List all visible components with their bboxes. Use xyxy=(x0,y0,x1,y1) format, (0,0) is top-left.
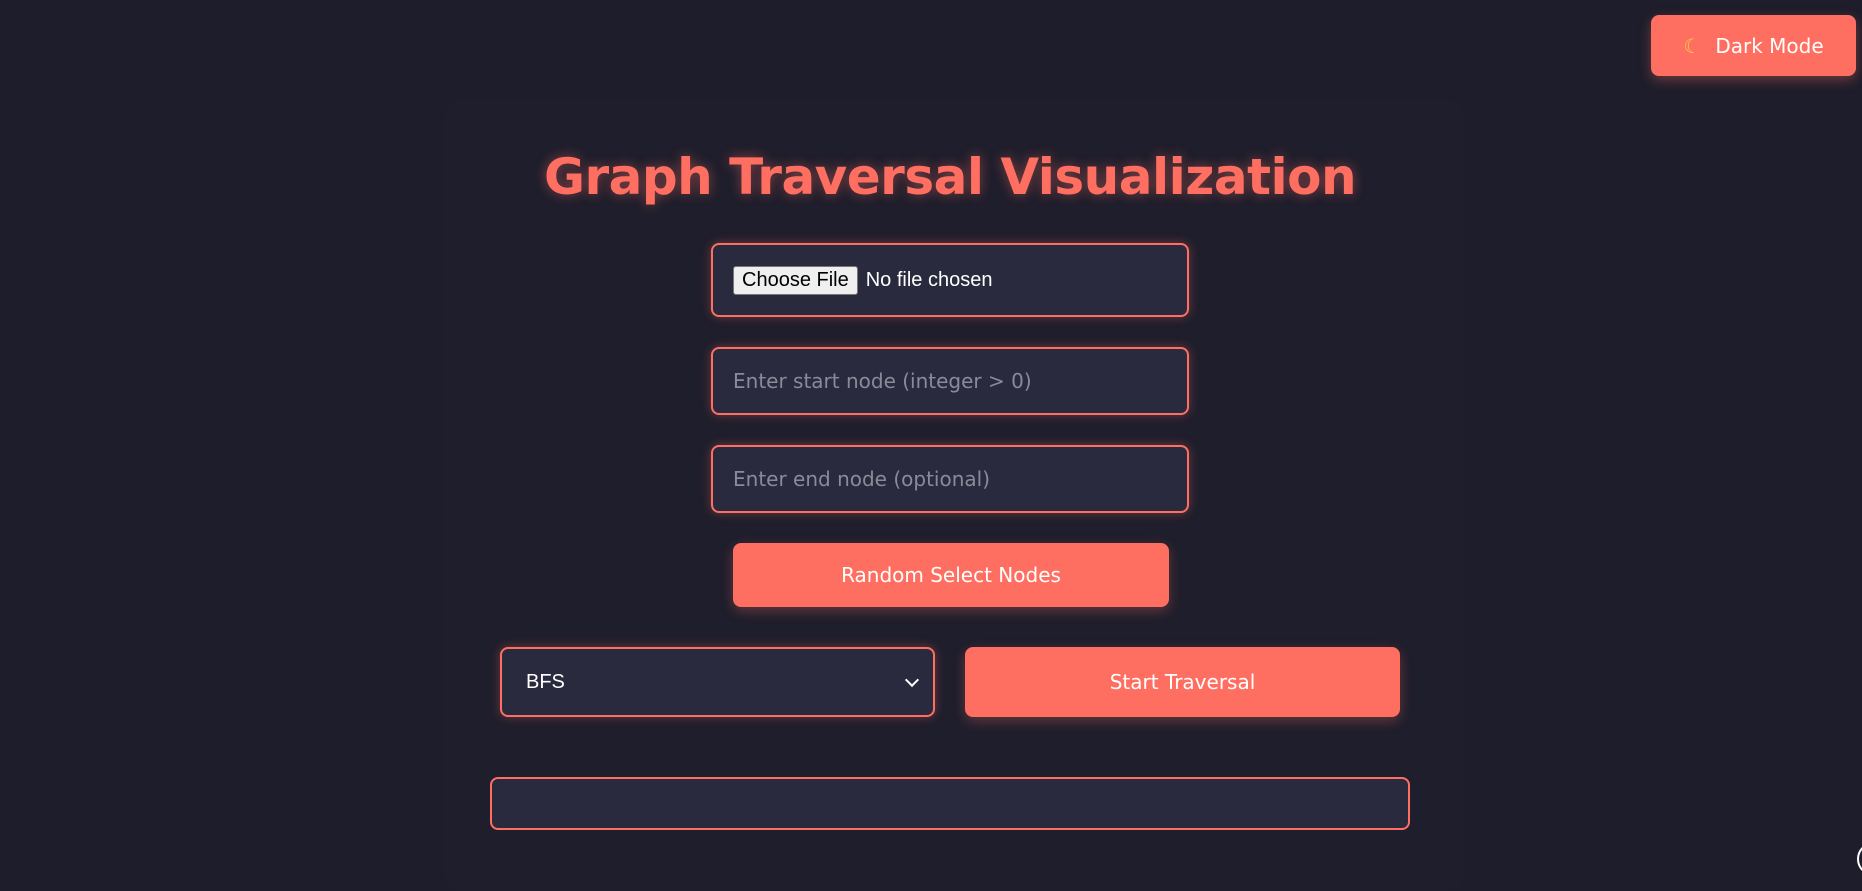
corner-circle-icon[interactable] xyxy=(1857,842,1862,876)
traversal-output-box xyxy=(490,777,1410,830)
random-select-nodes-button[interactable]: Random Select Nodes xyxy=(733,543,1169,607)
algorithm-select[interactable]: BFS xyxy=(500,647,935,717)
end-node-input[interactable] xyxy=(711,445,1189,513)
choose-file-button[interactable]: Choose File xyxy=(733,265,858,295)
chevron-down-icon xyxy=(904,672,920,687)
file-input-container: Choose File No file chosen xyxy=(711,243,1189,317)
crescent-moon-icon: ☾ xyxy=(1683,33,1702,58)
dark-mode-toggle-button[interactable]: ☾ Dark Mode xyxy=(1651,15,1856,76)
start-node-input[interactable] xyxy=(711,347,1189,415)
page-title: Graph Traversal Visualization xyxy=(543,148,1357,206)
algorithm-selected-value: BFS xyxy=(526,670,565,693)
dark-mode-label: Dark Mode xyxy=(1715,33,1824,58)
file-status-text: No file chosen xyxy=(865,268,993,291)
start-traversal-button[interactable]: Start Traversal xyxy=(965,647,1400,717)
page: ☾ Dark Mode Graph Traversal Visualizatio… xyxy=(0,0,1862,891)
